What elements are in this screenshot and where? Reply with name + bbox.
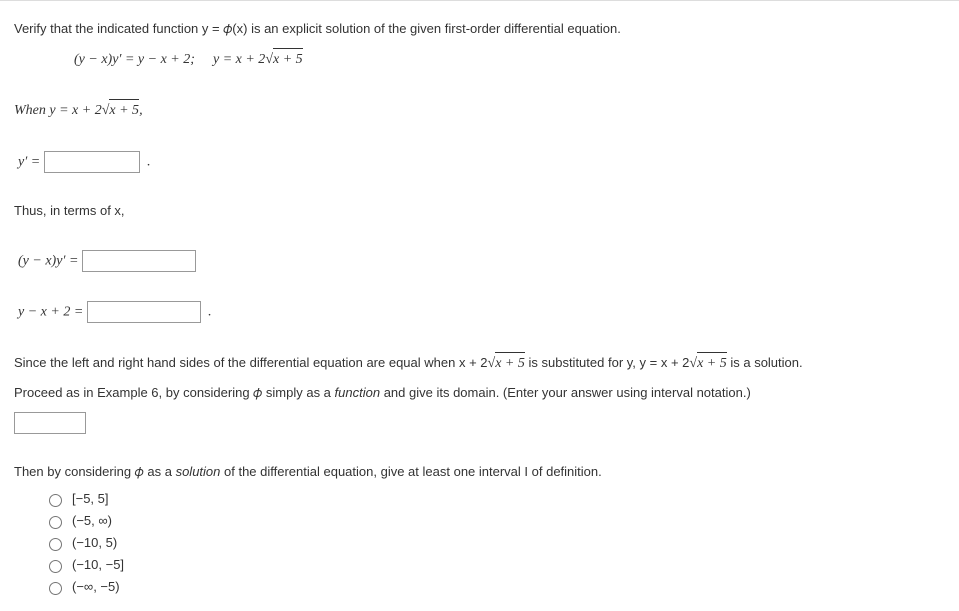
option-4-label: (−10, −5] [72, 557, 124, 572]
then-pre: Then by considering 𝜙 as a [14, 464, 176, 479]
yprime-row: y′ = . [18, 151, 945, 174]
yprime-input[interactable] [44, 151, 140, 173]
sqrt-arg-2: x + 5 [109, 99, 139, 122]
yprime-label: y′ = [18, 154, 40, 169]
domain-row [14, 412, 945, 434]
radio-4[interactable] [49, 560, 62, 573]
then-line: Then by considering 𝜙 as a solution of t… [14, 462, 945, 483]
sqrt-arg-1: x + 5 [273, 48, 303, 71]
radio-3[interactable] [49, 538, 62, 551]
thus-text: Thus, in terms of x, [14, 201, 945, 222]
period-2: . [208, 304, 212, 319]
then-post: of the differential equation, give at le… [220, 464, 601, 479]
period-1: . [147, 154, 151, 169]
since-post: is a solution. [727, 355, 803, 370]
sqrt-arg-4: x + 5 [697, 352, 727, 375]
option-2-label: (−5, ∞) [72, 513, 112, 528]
since-mid: is substituted for y, y = x + 2 [525, 355, 690, 370]
option-3[interactable]: (−10, 5) [44, 535, 945, 551]
proceed-line: Proceed as in Example 6, by considering … [14, 383, 945, 404]
lhs2-label: y − x + 2 = [18, 304, 83, 319]
intro-text: Verify that the indicated function y = 𝜙… [14, 19, 945, 40]
option-5[interactable]: (−∞, −5) [44, 579, 945, 595]
eq-lhs: (y − x)y′ = y − x + 2; [74, 52, 195, 67]
sqrt-arg-3: x + 5 [495, 352, 525, 375]
option-1-label: [−5, 5] [72, 491, 109, 506]
eq-rhs-pre: y = x + 2 [213, 52, 265, 67]
when-pre: When y = x + 2 [14, 103, 102, 118]
solution-word: solution [176, 464, 221, 479]
domain-input[interactable] [14, 412, 86, 434]
lhs1-input[interactable] [82, 250, 196, 272]
when-line: When y = x + 2√x + 5, [14, 99, 945, 122]
proceed-post: and give its domain. (Enter your answer … [380, 385, 751, 400]
proceed-pre: Proceed as in Example 6, by considering … [14, 385, 335, 400]
lhs2-row: y − x + 2 = . [18, 301, 945, 324]
option-4[interactable]: (−10, −5] [44, 557, 945, 573]
option-2[interactable]: (−5, ∞) [44, 513, 945, 529]
lhs1-row: (y − x)y′ = [18, 250, 945, 273]
radio-2[interactable] [49, 516, 62, 529]
since-line: Since the left and right hand sides of t… [14, 352, 945, 375]
when-post: , [139, 103, 143, 118]
radio-5[interactable] [49, 582, 62, 595]
lhs1-label: (y − x)y′ = [18, 254, 78, 269]
interval-options: [−5, 5] (−5, ∞) (−10, 5) (−10, −5] (−∞, … [44, 491, 945, 595]
lhs2-input[interactable] [87, 301, 201, 323]
given-equation: (y − x)y′ = y − x + 2; y = x + 2√x + 5 [74, 48, 945, 71]
option-1[interactable]: [−5, 5] [44, 491, 945, 507]
option-5-label: (−∞, −5) [72, 579, 120, 594]
option-3-label: (−10, 5) [72, 535, 117, 550]
radio-1[interactable] [49, 494, 62, 507]
since-pre: Since the left and right hand sides of t… [14, 355, 488, 370]
function-word: function [335, 385, 381, 400]
